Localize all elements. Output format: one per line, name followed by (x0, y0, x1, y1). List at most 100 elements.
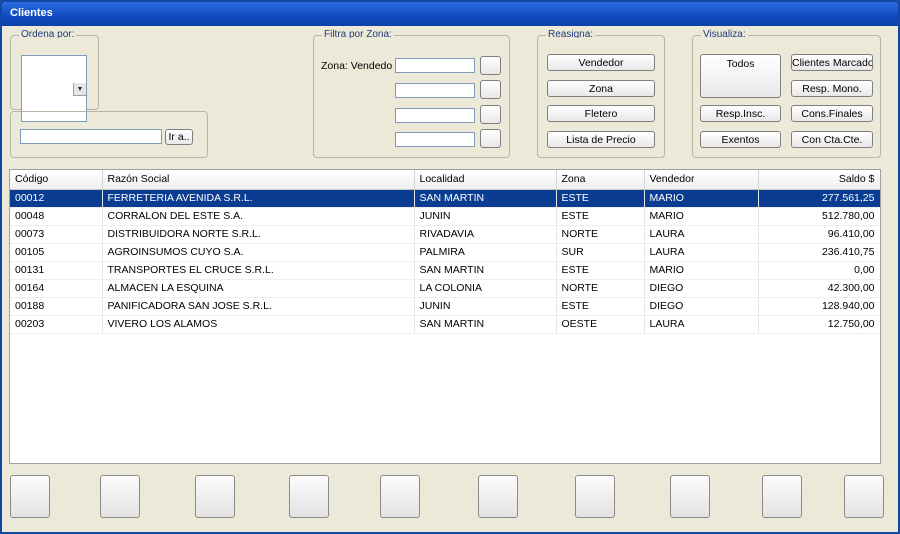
reasigna-lista-precio-button[interactable]: Lista de Precio (547, 131, 655, 148)
cell-razon-social: ALMACEN LA ESQUINA (102, 279, 415, 298)
toolbar-button-4[interactable] (289, 475, 329, 518)
cell-saldo: 12.750,00 (758, 315, 880, 334)
cell-codigo: 00012 (10, 189, 103, 208)
toolbar-button-5[interactable] (380, 475, 420, 518)
cell-zona: SUR (556, 243, 645, 262)
window-title: Clientes (2, 2, 898, 26)
table-body: 00012 FERRETERIA AVENIDA S.R.L. SAN MART… (10, 189, 880, 334)
cell-razon-social: TRANSPORTES EL CRUCE S.R.L. (102, 261, 415, 280)
zona-pick-button-4[interactable] (480, 129, 501, 148)
header-vendedor[interactable]: Vendedor (644, 170, 759, 190)
zona-input-4[interactable] (395, 132, 475, 147)
reasigna-zona-button[interactable]: Zona (547, 80, 655, 97)
cell-saldo: 42.300,00 (758, 279, 880, 298)
zona-input-2[interactable] (395, 83, 475, 98)
table-row[interactable]: 00188 PANIFICADORA SAN JOSE S.R.L. JUNIN… (10, 297, 880, 316)
clientes-grid[interactable]: Código Razón Social Localidad Zona Vende… (9, 169, 881, 464)
cell-vendedor: MARIO (644, 207, 759, 226)
toolbar-button-10[interactable] (844, 475, 884, 518)
cell-codigo: 00048 (10, 207, 103, 226)
todos-button[interactable]: Todos (700, 54, 781, 98)
zona-pick-button-2[interactable] (480, 80, 501, 99)
header-razon-social[interactable]: Razón Social (102, 170, 415, 190)
cell-saldo: 277.561,25 (758, 189, 880, 208)
cell-razon-social: DISTRIBUIDORA NORTE S.R.L. (102, 225, 415, 244)
cell-codigo: 00203 (10, 315, 103, 334)
table-row[interactable]: 00073 DISTRIBUIDORA NORTE S.R.L. RIVADAV… (10, 225, 880, 244)
toolbar-button-6[interactable] (478, 475, 518, 518)
cell-vendedor: LAURA (644, 315, 759, 334)
table-row[interactable]: 00105 AGROINSUMOS CUYO S.A. PALMIRA SUR … (10, 243, 880, 262)
cell-razon-social: AGROINSUMOS CUYO S.A. (102, 243, 415, 262)
cell-razon-social: CORRALON DEL ESTE S.A. (102, 207, 415, 226)
toolbar-button-1[interactable] (10, 475, 50, 518)
zona-pick-button-1[interactable] (480, 56, 501, 75)
cell-zona: ESTE (556, 261, 645, 280)
cell-saldo: 236.410,75 (758, 243, 880, 262)
cell-vendedor: LAURA (644, 225, 759, 244)
cell-vendedor: LAURA (644, 243, 759, 262)
cell-razon-social: FERRETERIA AVENIDA S.R.L. (102, 189, 415, 208)
clientes-window: Clientes Ordena por: ▼ Ir a.. Filtra por… (0, 0, 900, 534)
cell-localidad: SAN MARTIN (414, 189, 557, 208)
cell-localidad: PALMIRA (414, 243, 557, 262)
cell-localidad: SAN MARTIN (414, 315, 557, 334)
zona-pick-button-3[interactable] (480, 105, 501, 124)
toolbar-button-9[interactable] (762, 475, 802, 518)
exentos-button[interactable]: Exentos (700, 131, 781, 148)
reasigna-fletero-button[interactable]: Fletero (547, 105, 655, 122)
go-button[interactable]: Ir a.. (165, 129, 193, 145)
resp-mono-button[interactable]: Resp. Mono. (791, 80, 873, 97)
cell-razon-social: VIVERO LOS ALAMOS (102, 315, 415, 334)
table-row[interactable]: 00203 VIVERO LOS ALAMOS SAN MARTIN OESTE… (10, 315, 880, 334)
cell-zona: NORTE (556, 279, 645, 298)
clientes-marcados-button[interactable]: Clientes Marcados (791, 54, 873, 71)
table-row[interactable]: 00048 CORRALON DEL ESTE S.A. JUNIN ESTE … (10, 207, 880, 226)
cell-codigo: 00073 (10, 225, 103, 244)
clientes-table: Código Razón Social Localidad Zona Vende… (10, 170, 880, 334)
toolbar-button-2[interactable] (100, 475, 140, 518)
zona-input-3[interactable] (395, 108, 475, 123)
table-row[interactable]: 00164 ALMACEN LA ESQUINA LA COLONIA NORT… (10, 279, 880, 298)
cell-localidad: LA COLONIA (414, 279, 557, 298)
search-input[interactable] (20, 129, 162, 144)
cell-localidad: SAN MARTIN (414, 261, 557, 280)
chevron-down-icon[interactable]: ▼ (73, 83, 86, 96)
table-row[interactable]: 00131 TRANSPORTES EL CRUCE S.R.L. SAN MA… (10, 261, 880, 280)
header-localidad[interactable]: Localidad (414, 170, 557, 190)
cell-vendedor: DIEGO (644, 297, 759, 316)
cell-zona: ESTE (556, 207, 645, 226)
cell-codigo: 00188 (10, 297, 103, 316)
header-saldo[interactable]: Saldo $ (758, 170, 880, 190)
con-cta-cte-button[interactable]: Con Cta.Cte. (791, 131, 873, 148)
cell-saldo: 96.410,00 (758, 225, 880, 244)
cell-codigo: 00131 (10, 261, 103, 280)
cell-vendedor: MARIO (644, 261, 759, 280)
reasigna-vendedor-button[interactable]: Vendedor (547, 54, 655, 71)
zona-input-1[interactable] (395, 58, 475, 73)
cell-saldo: 0,00 (758, 261, 880, 280)
cell-vendedor: MARIO (644, 189, 759, 208)
cell-zona: NORTE (556, 225, 645, 244)
cons-finales-button[interactable]: Cons.Finales (791, 105, 873, 122)
reasigna-group-label: Reasigna: (546, 29, 596, 38)
cell-saldo: 128.940,00 (758, 297, 880, 316)
cell-zona: ESTE (556, 189, 645, 208)
filtra-group-label: Filtra por Zona: (322, 29, 394, 38)
cell-localidad: RIVADAVIA (414, 225, 557, 244)
cell-codigo: 00164 (10, 279, 103, 298)
ordena-group-label: Ordena por: (19, 29, 77, 38)
header-zona[interactable]: Zona (556, 170, 645, 190)
cell-vendedor: DIEGO (644, 279, 759, 298)
header-codigo[interactable]: Código (10, 170, 103, 190)
cell-codigo: 00105 (10, 243, 103, 262)
resp-insc-button[interactable]: Resp.Insc. (700, 105, 781, 122)
toolbar-button-7[interactable] (575, 475, 615, 518)
table-row[interactable]: 00012 FERRETERIA AVENIDA S.R.L. SAN MART… (10, 189, 880, 208)
toolbar-button-8[interactable] (670, 475, 710, 518)
visualiza-group-label: Visualiza: (701, 29, 748, 38)
cell-localidad: JUNIN (414, 207, 557, 226)
cell-saldo: 512.780,00 (758, 207, 880, 226)
toolbar-button-3[interactable] (195, 475, 235, 518)
cell-razon-social: PANIFICADORA SAN JOSE S.R.L. (102, 297, 415, 316)
